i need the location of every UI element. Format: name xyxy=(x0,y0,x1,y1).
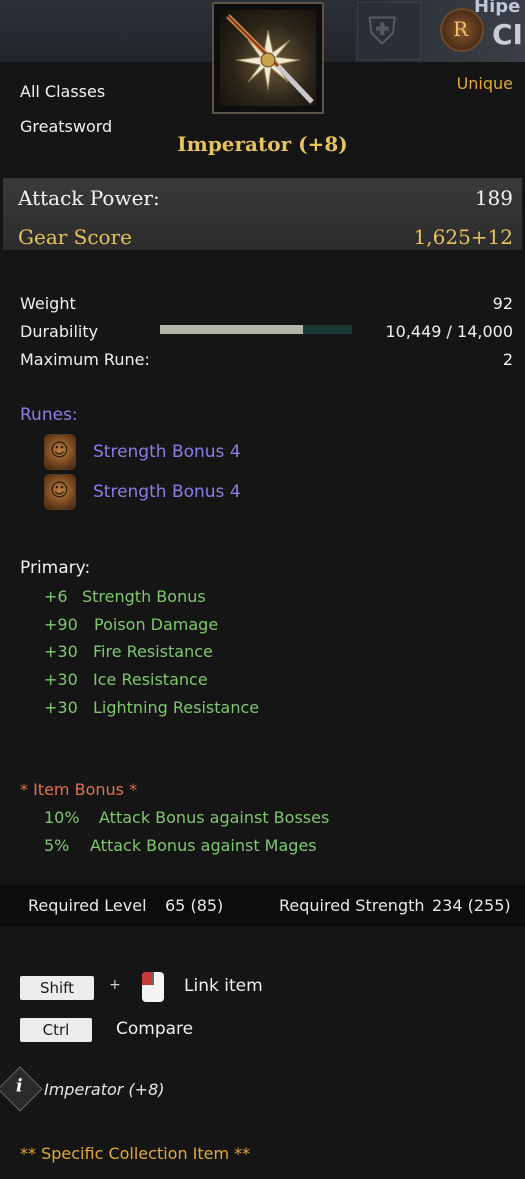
rune-icon: ☺ xyxy=(44,474,76,510)
ghost-title-top: Hipe xyxy=(474,0,521,17)
ctrl-key: Ctrl xyxy=(20,1018,92,1042)
item-bonus-name: Attack Bonus against Mages xyxy=(90,836,317,855)
item-bonus-value: 5% xyxy=(44,836,70,855)
rune-item-2: Strength Bonus 4 xyxy=(93,482,241,502)
item-icon-frame xyxy=(212,2,324,114)
primary-bonus-name: Ice Resistance xyxy=(93,670,208,689)
weight-value: 92 xyxy=(492,294,513,313)
primary-bonus-name: Strength Bonus xyxy=(82,587,206,606)
item-bonus-value: 10% xyxy=(44,808,80,827)
item-bonus-name: Attack Bonus against Bosses xyxy=(99,808,330,827)
weight-label: Weight xyxy=(20,294,76,313)
requirements-bar: Required Level 65 (85) Required Strength… xyxy=(0,885,525,927)
item-name: Imperator (+8) xyxy=(177,132,348,156)
mouse-icon xyxy=(142,972,164,1002)
info-letter: i xyxy=(15,1075,23,1097)
attack-power-value: 189 xyxy=(474,186,513,210)
rune-item-1: Strength Bonus 4 xyxy=(93,442,241,462)
primary-heading: Primary: xyxy=(20,558,91,578)
primary-bonus-value: +30 xyxy=(44,670,78,689)
primary-bonus-value: +90 xyxy=(44,615,78,634)
required-strength-value: 234 (255) xyxy=(432,896,511,915)
collection-note: ** Specific Collection Item ** xyxy=(20,1144,251,1163)
mouse-divider xyxy=(152,972,154,985)
primary-bonus-name: Poison Damage xyxy=(94,615,219,634)
rarity-label: Unique xyxy=(456,74,513,93)
ghost-title-bottom: CI xyxy=(492,18,523,51)
primary-bonus-value: +6 xyxy=(44,587,68,606)
armor-icon: ⛨ xyxy=(368,9,397,53)
attack-power-label: Attack Power: xyxy=(18,186,160,210)
footer-item-name: Imperator (+8) xyxy=(44,1080,165,1099)
primary-bonus-value: +30 xyxy=(44,698,78,717)
required-strength-label: Required Strength xyxy=(279,896,425,915)
required-level-label: Required Level xyxy=(28,896,147,915)
rune-emblem-letter: R xyxy=(453,17,469,41)
link-item-text: Link item xyxy=(184,976,263,996)
runes-heading: Runes: xyxy=(20,405,78,425)
armor-slot: ⛨ xyxy=(357,2,421,60)
greatsword-icon xyxy=(220,10,316,106)
item-bonus-heading: * Item Bonus * xyxy=(20,780,138,799)
durability-bar-fill xyxy=(160,325,304,334)
durability-bar xyxy=(160,325,352,334)
required-level-value: 65 (85) xyxy=(165,896,224,915)
plus-sign: + xyxy=(109,977,121,993)
durability-label: Durability xyxy=(20,322,99,341)
primary-bonus-value: +30 xyxy=(44,642,78,661)
gear-score-label: Gear Score xyxy=(18,225,132,249)
compare-text: Compare xyxy=(116,1019,194,1039)
gear-score-value: 1,625+12 xyxy=(413,225,513,249)
shift-key: Shift xyxy=(20,976,94,1000)
class-restriction: All Classes xyxy=(20,82,106,101)
primary-bonus-name: Lightning Resistance xyxy=(93,698,260,717)
max-rune-label: Maximum Rune: xyxy=(20,350,150,369)
rune-icon: ☺ xyxy=(44,434,76,470)
primary-bonus-name: Fire Resistance xyxy=(93,642,213,661)
max-rune-value: 2 xyxy=(502,350,513,369)
durability-value: 10,449 / 14,000 xyxy=(385,322,513,341)
